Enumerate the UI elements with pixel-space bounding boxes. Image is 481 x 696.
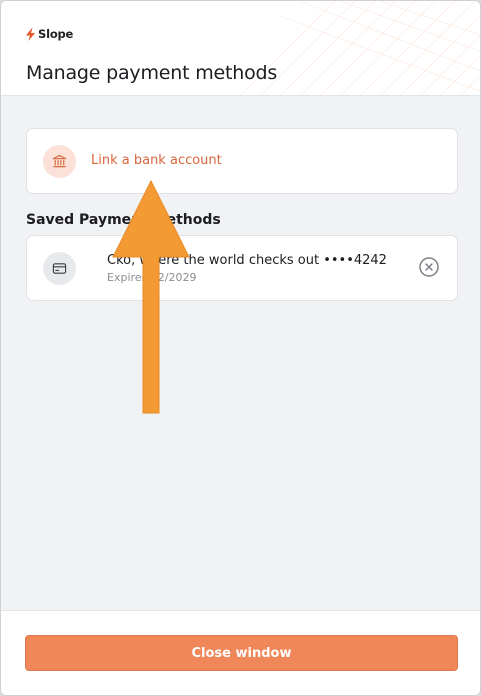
brand-logo: Slope <box>26 27 73 41</box>
link-bank-account-label: Link a bank account <box>91 153 222 168</box>
close-circle-icon[interactable] <box>418 256 440 278</box>
bank-icon <box>52 154 67 168</box>
payment-methods-window: Slope Manage payment methods Link a bank… <box>0 0 481 696</box>
payment-method-item[interactable]: Cko, where the world checks out ••••4242… <box>26 235 458 301</box>
link-bank-account-button[interactable]: Link a bank account <box>26 128 458 194</box>
saved-payment-methods-title: Saved Payment Methods <box>26 212 221 228</box>
credit-card-icon <box>52 263 67 274</box>
payment-method-expiry: Expires 12/2029 <box>107 271 197 284</box>
payment-method-name: Cko, where the world checks out ••••4242 <box>107 253 387 268</box>
close-window-button[interactable]: Close window <box>25 635 458 671</box>
bank-icon-circle <box>43 145 76 178</box>
credit-card-icon-circle <box>43 252 76 285</box>
footer: Close window <box>1 610 480 695</box>
page-title: Manage payment methods <box>26 62 278 84</box>
brand-name: Slope <box>38 27 74 41</box>
header: Slope Manage payment methods <box>1 1 480 96</box>
lightning-bolt-icon <box>26 27 35 41</box>
